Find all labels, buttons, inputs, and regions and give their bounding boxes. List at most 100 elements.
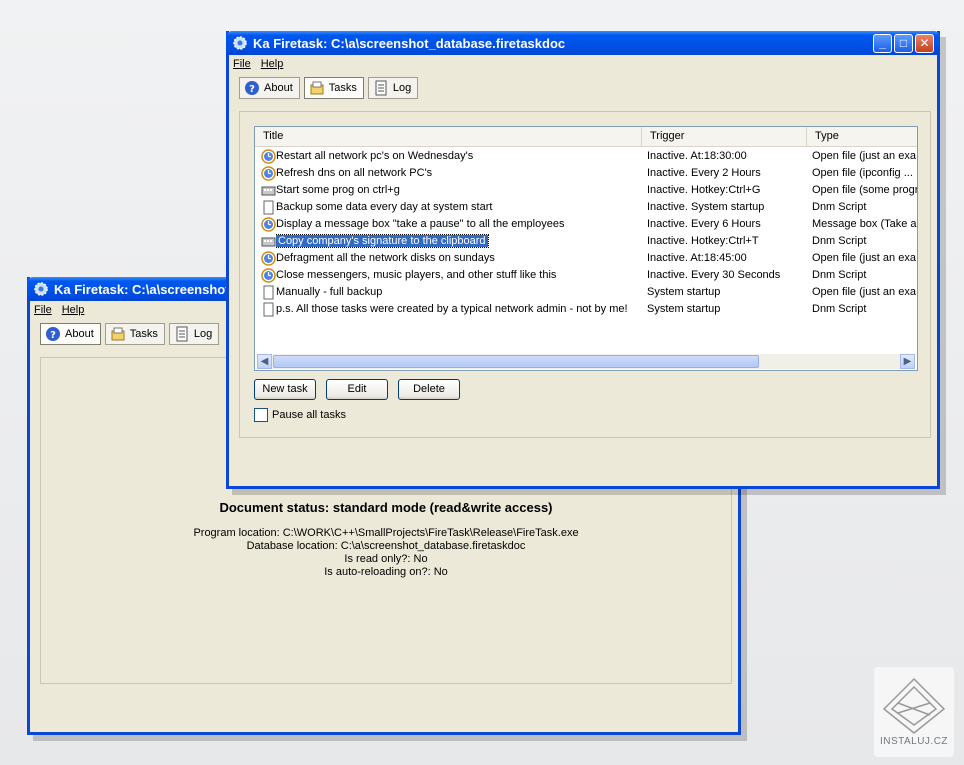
- task-title: Defragment all the network disks on sund…: [276, 252, 495, 264]
- task-row[interactable]: Defragment all the network disks on sund…: [255, 250, 917, 267]
- clock-icon: [261, 166, 276, 181]
- keyboard-icon: [261, 234, 276, 249]
- task-row[interactable]: Restart all network pc's on Wednesday's I…: [255, 148, 917, 165]
- scroll-right-icon[interactable]: ▶: [900, 354, 915, 369]
- task-trigger: System startup: [647, 286, 721, 298]
- checkbox-box[interactable]: [254, 408, 268, 422]
- front-window-titlebar[interactable]: Ka Firetask: C:\a\screenshot_database.fi…: [226, 31, 940, 55]
- task-type: Open file (just an exa: [812, 286, 916, 298]
- horizontal-scrollbar[interactable]: ◀ ▶: [257, 354, 915, 369]
- scroll-thumb[interactable]: [273, 355, 759, 368]
- tab-log-label: Log: [193, 328, 213, 340]
- column-type[interactable]: Type: [807, 127, 917, 146]
- task-title: Manually - full backup: [276, 286, 383, 298]
- clock-icon: [261, 251, 276, 266]
- task-row[interactable]: Start some prog on ctrl+g Inactive. Hotke…: [255, 182, 917, 199]
- maximize-icon: □: [899, 36, 908, 50]
- watermark-logo: INSTALUJ.CZ: [874, 667, 954, 757]
- close-icon: ✕: [919, 36, 930, 50]
- tasks-icon: [310, 81, 324, 95]
- task-title: Close messengers, music players, and oth…: [276, 269, 557, 281]
- task-trigger: Inactive. At:18:45:00: [647, 252, 747, 264]
- menu-file[interactable]: File: [233, 58, 251, 70]
- task-row[interactable]: Display a message box "take a pause" to …: [255, 216, 917, 233]
- task-trigger: Inactive. Every 6 Hours: [647, 218, 761, 230]
- task-trigger: Inactive. Every 2 Hours: [647, 167, 761, 179]
- column-title[interactable]: Title: [255, 127, 642, 146]
- task-trigger: Inactive. At:18:30:00: [647, 150, 747, 162]
- svg-text:?: ?: [249, 84, 255, 95]
- task-row[interactable]: Backup some data every day at system sta…: [255, 199, 917, 216]
- tasks-icon: [111, 327, 125, 341]
- scroll-left-icon[interactable]: ◀: [257, 354, 272, 369]
- task-title: Start some prog on ctrl+g: [276, 184, 400, 196]
- keyboard-icon: [261, 183, 276, 198]
- tab-about-label: About: [65, 328, 94, 340]
- front-window[interactable]: Ka Firetask: C:\a\screenshot_database.fi…: [226, 31, 940, 489]
- tab-tasks[interactable]: Tasks: [104, 323, 165, 345]
- close-button[interactable]: ✕: [915, 33, 934, 53]
- delete-button[interactable]: Delete: [398, 379, 460, 400]
- edit-button[interactable]: Edit: [326, 379, 388, 400]
- task-row[interactable]: Refresh dns on all network PC's Inactive.…: [255, 165, 917, 182]
- task-title: Restart all network pc's on Wednesday's: [276, 150, 474, 162]
- minimize-button[interactable]: _: [873, 33, 892, 53]
- task-title: Copy company's signature to the clipboar…: [276, 234, 489, 248]
- task-trigger: Inactive. Every 30 Seconds: [647, 269, 781, 281]
- task-type: Open file (ipconfig ...: [812, 167, 913, 179]
- program-location: Program location: C:\WORK\C++\SmallProje…: [193, 527, 579, 539]
- menu-help[interactable]: Help: [62, 304, 85, 316]
- gear-icon: [34, 282, 48, 296]
- front-window-title: Ka Firetask: C:\a\screenshot_database.fi…: [253, 35, 566, 51]
- task-title: Refresh dns on all network PC's: [276, 167, 433, 179]
- maximize-button[interactable]: □: [894, 33, 913, 53]
- task-trigger: Inactive. Hotkey:Ctrl+T: [647, 235, 759, 247]
- clock-icon: [261, 268, 276, 283]
- task-type: Open file (some progr: [812, 184, 918, 196]
- task-list[interactable]: Title Trigger Type Restart all network p…: [254, 126, 918, 371]
- tab-about[interactable]: ? About: [40, 323, 101, 345]
- tab-log-label: Log: [392, 82, 412, 94]
- task-trigger: Inactive. Hotkey:Ctrl+G: [647, 184, 761, 196]
- task-title: p.s. All those tasks were created by a t…: [276, 303, 628, 315]
- tab-log[interactable]: Log: [367, 77, 419, 99]
- menu-file[interactable]: File: [34, 304, 52, 316]
- log-icon: [375, 80, 387, 96]
- task-type: Dnm Script: [812, 235, 867, 247]
- tab-tasks-label: Tasks: [129, 328, 158, 340]
- task-row[interactable]: Copy company's signature to the clipboar…: [255, 233, 917, 250]
- task-type: Open file (just an exa: [812, 150, 916, 162]
- task-type: Dnm Script: [812, 269, 867, 281]
- tab-tasks[interactable]: Tasks: [303, 77, 364, 99]
- document-icon: [261, 285, 276, 300]
- menu-help[interactable]: Help: [261, 58, 284, 70]
- task-trigger: Inactive. System startup: [647, 201, 765, 213]
- clock-icon: [261, 217, 276, 232]
- document-icon: [261, 302, 276, 317]
- tab-about[interactable]: ? About: [239, 77, 300, 99]
- task-trigger: System startup: [647, 303, 721, 315]
- task-type: Open file (just an exa: [812, 252, 916, 264]
- front-tab-buttons: ? About Tasks Log: [229, 73, 937, 103]
- task-row[interactable]: Manually - full backup System startup Open…: [255, 284, 917, 301]
- task-row[interactable]: Close messengers, music players, and oth…: [255, 267, 917, 284]
- tasks-panel: Title Trigger Type Restart all network p…: [239, 111, 931, 438]
- task-title: Backup some data every day at system sta…: [276, 201, 493, 213]
- auto-reloading-status: Is auto-reloading on?: No: [324, 566, 448, 578]
- pause-all-tasks-label: Pause all tasks: [272, 409, 346, 421]
- tab-log[interactable]: Log: [168, 323, 220, 345]
- new-task-button[interactable]: New task: [254, 379, 316, 400]
- read-only-status: Is read only?: No: [344, 553, 428, 565]
- watermark-text: INSTALUJ.CZ: [879, 736, 949, 747]
- task-type: Dnm Script: [812, 201, 867, 213]
- minimize-icon: _: [879, 36, 886, 50]
- log-icon: [176, 326, 188, 342]
- help-icon: ?: [46, 327, 60, 341]
- task-type: Dnm Script: [812, 303, 867, 315]
- pause-all-tasks-checkbox[interactable]: Pause all tasks: [254, 408, 346, 422]
- gear-icon: [233, 36, 247, 50]
- column-trigger[interactable]: Trigger: [642, 127, 807, 146]
- front-menubar: File Help: [229, 55, 937, 73]
- task-row[interactable]: p.s. All those tasks were created by a t…: [255, 301, 917, 318]
- tab-about-label: About: [264, 82, 293, 94]
